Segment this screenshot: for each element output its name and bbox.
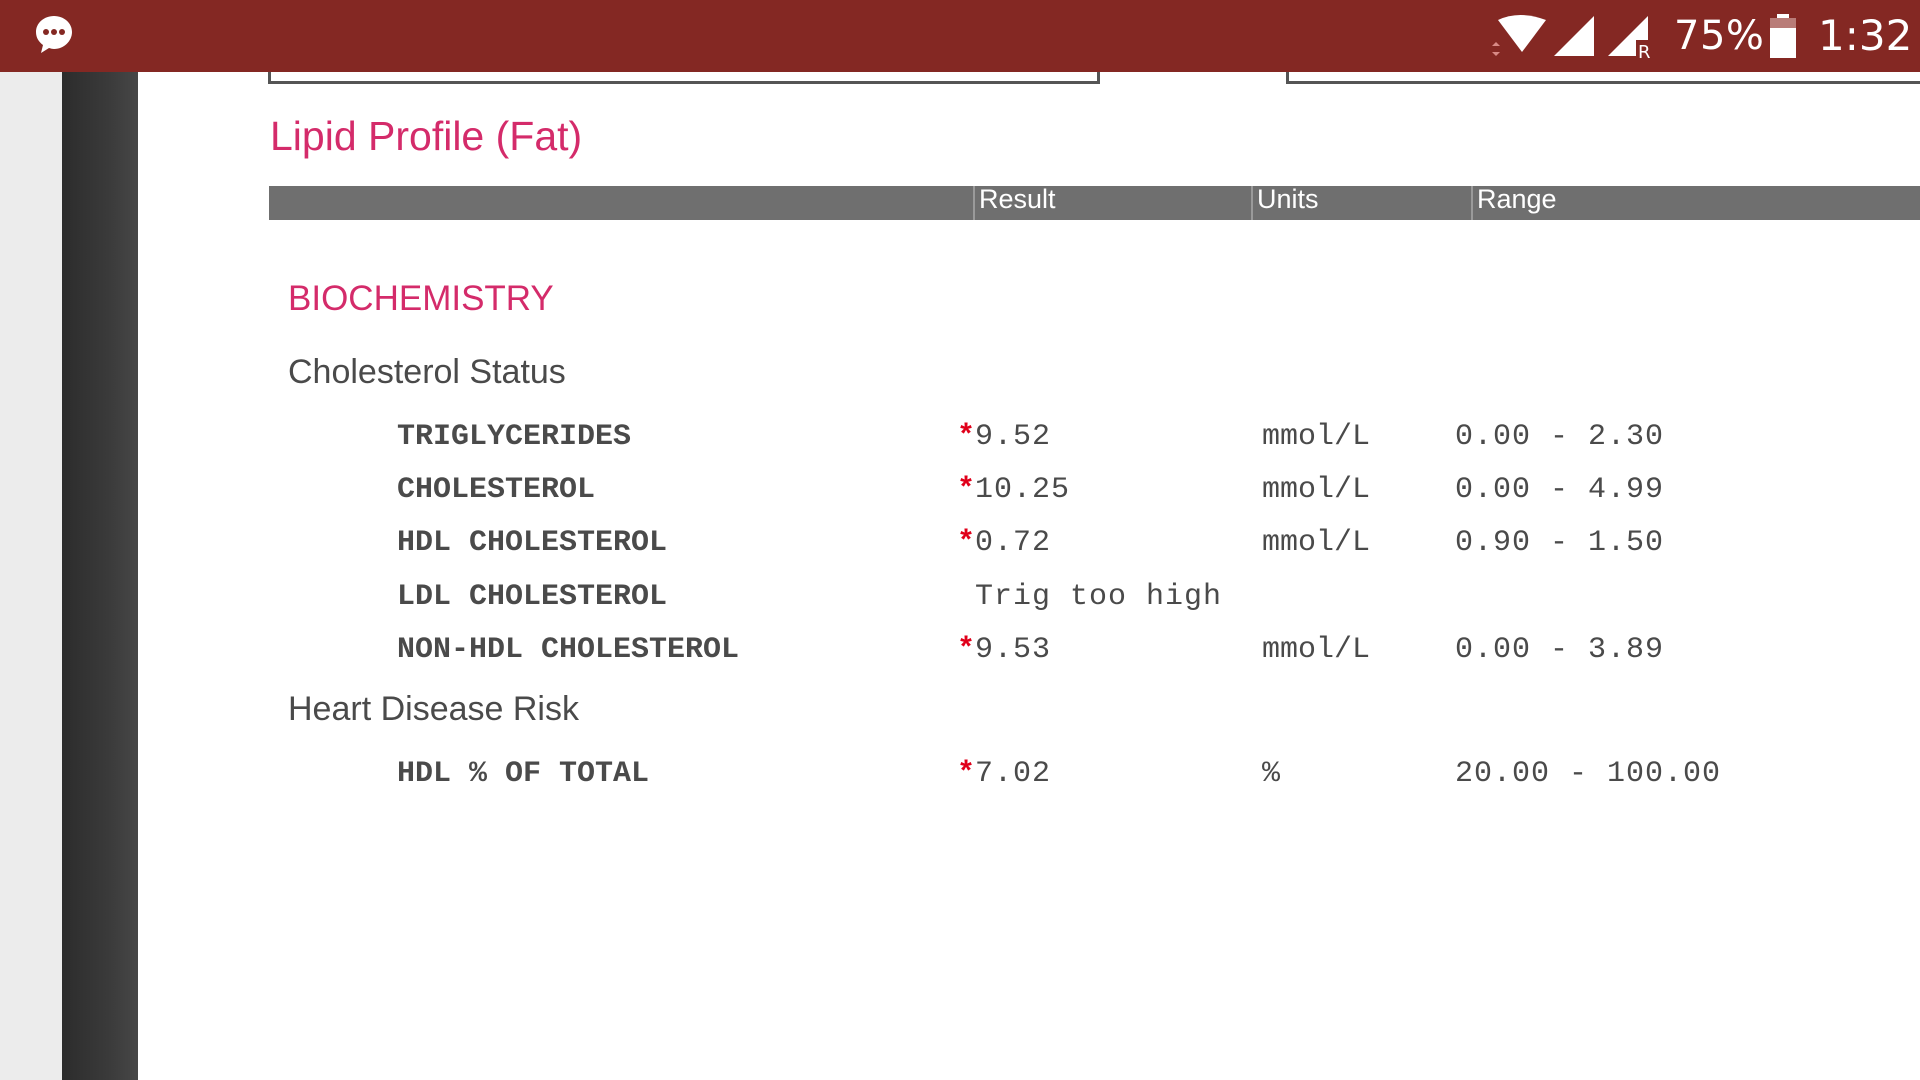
test-range: 0.00 - 4.99: [1455, 473, 1665, 507]
section-title: BIOCHEMISTRY: [288, 279, 554, 318]
test-name: NON-HDL CHOLESTEROL: [397, 633, 740, 667]
test-result: 0.72: [975, 526, 1052, 560]
abnormal-flag: *: [957, 526, 976, 560]
test-units: mmol/L: [1262, 420, 1371, 454]
table-row: HDL CHOLESTEROL * 0.72 mmol/L 0.90 - 1.5…: [0, 521, 1920, 565]
report-title: Lipid Profile (Fat): [270, 113, 583, 159]
test-name: HDL CHOLESTEROL: [397, 526, 668, 560]
table-row: TRIGLYCERIDES * 9.52 mmol/L 0.00 - 2.30: [0, 415, 1920, 459]
abnormal-flag: *: [957, 757, 976, 791]
test-name: LDL CHOLESTEROL: [397, 580, 668, 614]
test-range: 0.00 - 3.89: [1455, 633, 1665, 667]
abnormal-flag: *: [957, 473, 976, 507]
clock: 1:32: [1818, 11, 1913, 60]
test-range: 0.90 - 1.50: [1455, 526, 1665, 560]
screen: R 75% 1:32 Lipid Profile (Fat) Result Un…: [0, 0, 1920, 1080]
test-result: 7.02: [975, 757, 1052, 791]
test-units: mmol/L: [1262, 473, 1371, 507]
wifi-icon: [1490, 14, 1548, 60]
test-result: Trig too high: [975, 580, 1223, 614]
test-range: 20.00 - 100.00: [1455, 757, 1722, 791]
test-result: 9.52: [975, 420, 1052, 454]
test-units: mmol/L: [1262, 633, 1371, 667]
table-row: HDL % OF TOTAL * 7.02 % 20.00 - 100.00: [0, 752, 1920, 796]
battery-percentage: 75%: [1674, 13, 1765, 59]
group-title-cholesterol-status: Cholesterol Status: [288, 353, 566, 391]
header-box-left: [268, 72, 1100, 84]
column-header-units: Units: [1251, 186, 1319, 220]
column-header-result: Result: [973, 186, 1056, 220]
battery-icon: [1768, 14, 1798, 58]
test-name: HDL % OF TOTAL: [397, 757, 650, 791]
svg-text:R: R: [1638, 42, 1651, 60]
table-row: CHOLESTEROL * 10.25 mmol/L 0.00 - 4.99: [0, 468, 1920, 512]
signal-icon: [1552, 14, 1596, 58]
abnormal-flag: *: [957, 420, 976, 454]
test-name: TRIGLYCERIDES: [397, 420, 632, 454]
results-table-header: Result Units Range: [269, 186, 1920, 220]
status-bar: R 75% 1:32: [0, 0, 1920, 72]
group-title-heart-disease-risk: Heart Disease Risk: [288, 690, 579, 728]
test-name: CHOLESTEROL: [397, 473, 596, 507]
test-result: 9.53: [975, 633, 1052, 667]
signal-roaming-icon: R: [1606, 14, 1654, 63]
chat-bubble-icon[interactable]: [34, 14, 74, 54]
test-units: mmol/L: [1262, 526, 1371, 560]
test-result: 10.25: [975, 473, 1071, 507]
table-row: LDL CHOLESTEROL Trig too high: [0, 575, 1920, 619]
test-units: %: [1262, 757, 1281, 791]
test-range: 0.00 - 2.30: [1455, 420, 1665, 454]
column-header-range: Range: [1471, 186, 1557, 220]
header-box-right: [1286, 72, 1920, 84]
table-row: NON-HDL CHOLESTEROL * 9.53 mmol/L 0.00 -…: [0, 628, 1920, 672]
abnormal-flag: *: [957, 633, 976, 667]
